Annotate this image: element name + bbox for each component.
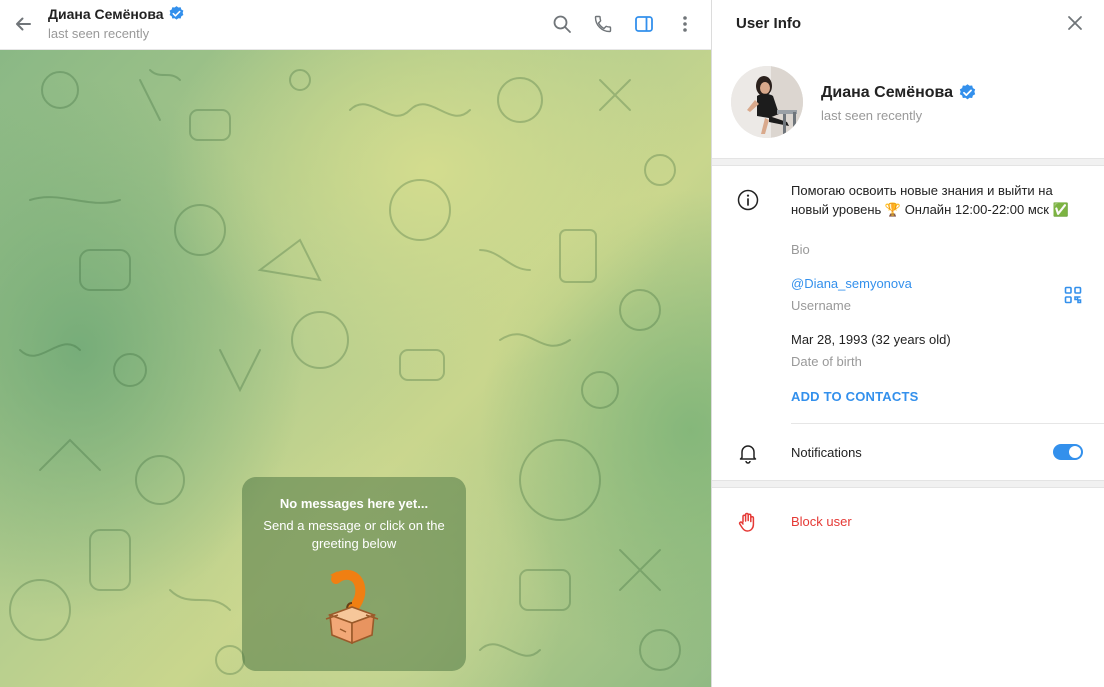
add-to-contacts-button[interactable]: ADD TO CONTACTS <box>791 389 918 404</box>
box-sticker-icon <box>325 569 379 645</box>
empty-chat-title: No messages here yet... <box>279 496 429 511</box>
bio-text[interactable]: Помогаю освоить новые знания и выйти на … <box>791 181 1091 219</box>
empty-chat-subtitle: Send a message or click on the greeting … <box>263 518 445 551</box>
peer-info[interactable]: Диана Семёнова last seen recently <box>48 5 185 41</box>
empty-chat-card: No messages here yet... Send a message o… <box>242 477 466 671</box>
back-arrow-icon <box>16 17 31 31</box>
phone-icon <box>594 15 612 33</box>
qr-code-button[interactable] <box>1062 284 1084 306</box>
peer-status: last seen recently <box>48 26 150 41</box>
chat-header: Диана Семёнова last seen recently <box>0 0 711 50</box>
block-user-button[interactable]: Block user <box>791 514 852 529</box>
username-caption: Username <box>791 298 851 313</box>
profile-block: Диана Семёнова last seen recently <box>712 46 1104 158</box>
user-info-panel: User Info Диана Семёнова last seen recen… <box>712 0 1104 687</box>
peer-name: Диана Семёнова <box>48 5 164 22</box>
bio-caption: Bio <box>791 242 810 257</box>
qr-code-icon <box>1064 286 1082 304</box>
info-header: User Info <box>712 0 1104 46</box>
more-button[interactable] <box>673 12 697 36</box>
section-separator <box>712 480 1104 488</box>
chat-wallpaper: No messages here yet... Send a message o… <box>0 50 711 687</box>
notifications-label: Notifications <box>791 445 862 460</box>
username-link[interactable]: @Diana_semyonova <box>791 276 912 291</box>
bell-icon <box>736 441 760 465</box>
avatar[interactable] <box>731 66 803 138</box>
notifications-toggle[interactable] <box>1053 444 1083 460</box>
dob-caption: Date of birth <box>791 354 862 369</box>
verified-badge-icon <box>959 84 976 100</box>
date-of-birth: Mar 28, 1993 (32 years old) <box>791 332 951 347</box>
chat-column: Диана Семёнова last seen recently No mes… <box>0 0 711 687</box>
stop-hand-icon <box>736 510 760 534</box>
toggle-info-button[interactable] <box>632 12 656 36</box>
sidebar-toggle-icon <box>635 16 653 32</box>
profile-status: last seen recently <box>821 108 923 123</box>
search-icon <box>553 15 571 33</box>
verified-badge-icon <box>169 6 183 20</box>
search-button[interactable] <box>550 12 574 36</box>
profile-name: Диана Семёнова <box>821 83 954 101</box>
call-button[interactable] <box>591 12 615 36</box>
back-button[interactable] <box>10 11 36 37</box>
section-separator <box>712 158 1104 166</box>
close-info-button[interactable] <box>1064 12 1086 34</box>
more-vertical-icon <box>683 16 687 32</box>
close-icon <box>1068 16 1082 30</box>
row-divider <box>791 423 1104 424</box>
toggle-knob <box>1069 446 1081 458</box>
avatar-photo <box>731 66 803 138</box>
info-title: User Info <box>736 15 802 32</box>
greeting-sticker[interactable] <box>322 569 382 645</box>
info-icon <box>736 188 760 212</box>
